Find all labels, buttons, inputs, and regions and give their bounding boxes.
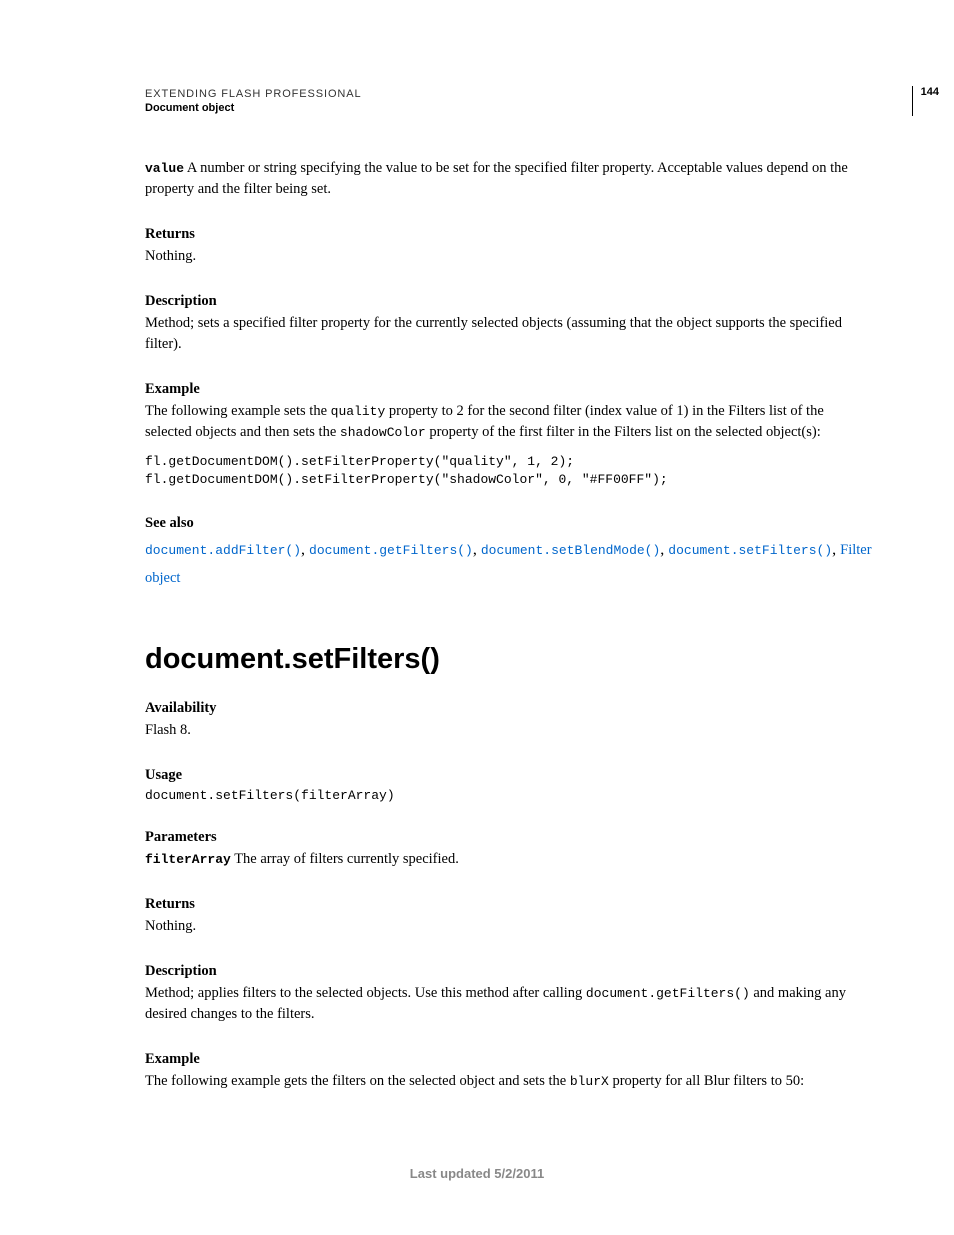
param-name-value: value bbox=[145, 161, 184, 176]
header-subtitle: Document object bbox=[145, 102, 874, 114]
availability-heading: Availability bbox=[145, 700, 874, 717]
method-title: document.setFilters() bbox=[145, 643, 874, 676]
page-number: 144 bbox=[912, 86, 939, 116]
example-heading: Example bbox=[145, 381, 874, 398]
code-blurx: blurX bbox=[570, 1074, 609, 1089]
description-heading: Description bbox=[145, 293, 874, 310]
usage-heading: Usage bbox=[145, 767, 874, 784]
param-value-description: value A number or string specifying the … bbox=[145, 158, 874, 200]
see-also-links: document.addFilter(), document.getFilter… bbox=[145, 536, 874, 590]
description-heading-2: Description bbox=[145, 963, 874, 980]
parameters-heading: Parameters bbox=[145, 829, 874, 846]
availability-text: Flash 8. bbox=[145, 720, 874, 741]
description-text-2: Method; applies filters to the selected … bbox=[145, 983, 874, 1025]
link-addfilter[interactable]: document.addFilter() bbox=[145, 543, 301, 558]
link-getfilters[interactable]: document.getFilters() bbox=[309, 543, 473, 558]
param-filterarray: filterArray The array of filters current… bbox=[145, 849, 874, 870]
returns-text: Nothing. bbox=[145, 246, 874, 267]
link-setfilters[interactable]: document.setFilters() bbox=[668, 543, 832, 558]
returns-heading-2: Returns bbox=[145, 896, 874, 913]
code-block-1: fl.getDocumentDOM().setFilterProperty("q… bbox=[145, 453, 874, 489]
code-getfilters: document.getFilters() bbox=[586, 986, 750, 1001]
usage-code: document.setFilters(filterArray) bbox=[145, 788, 874, 803]
header-title: EXTENDING FLASH PROFESSIONAL bbox=[145, 88, 874, 100]
example-intro: The following example sets the quality p… bbox=[145, 401, 874, 443]
example-text-2: The following example gets the filters o… bbox=[145, 1071, 874, 1092]
returns-text-2: Nothing. bbox=[145, 916, 874, 937]
page: EXTENDING FLASH PROFESSIONAL Document ob… bbox=[0, 0, 954, 1235]
description-text: Method; sets a specified filter property… bbox=[145, 313, 874, 355]
code-shadowcolor: shadowColor bbox=[340, 425, 426, 440]
returns-heading: Returns bbox=[145, 226, 874, 243]
see-also-heading: See also bbox=[145, 515, 874, 532]
example-heading-2: Example bbox=[145, 1051, 874, 1068]
page-header: EXTENDING FLASH PROFESSIONAL Document ob… bbox=[145, 88, 874, 114]
param-name-filterarray: filterArray bbox=[145, 852, 231, 867]
code-quality: quality bbox=[331, 404, 386, 419]
link-setblendmode[interactable]: document.setBlendMode() bbox=[481, 543, 660, 558]
footer-updated: Last updated 5/2/2011 bbox=[0, 1166, 954, 1181]
